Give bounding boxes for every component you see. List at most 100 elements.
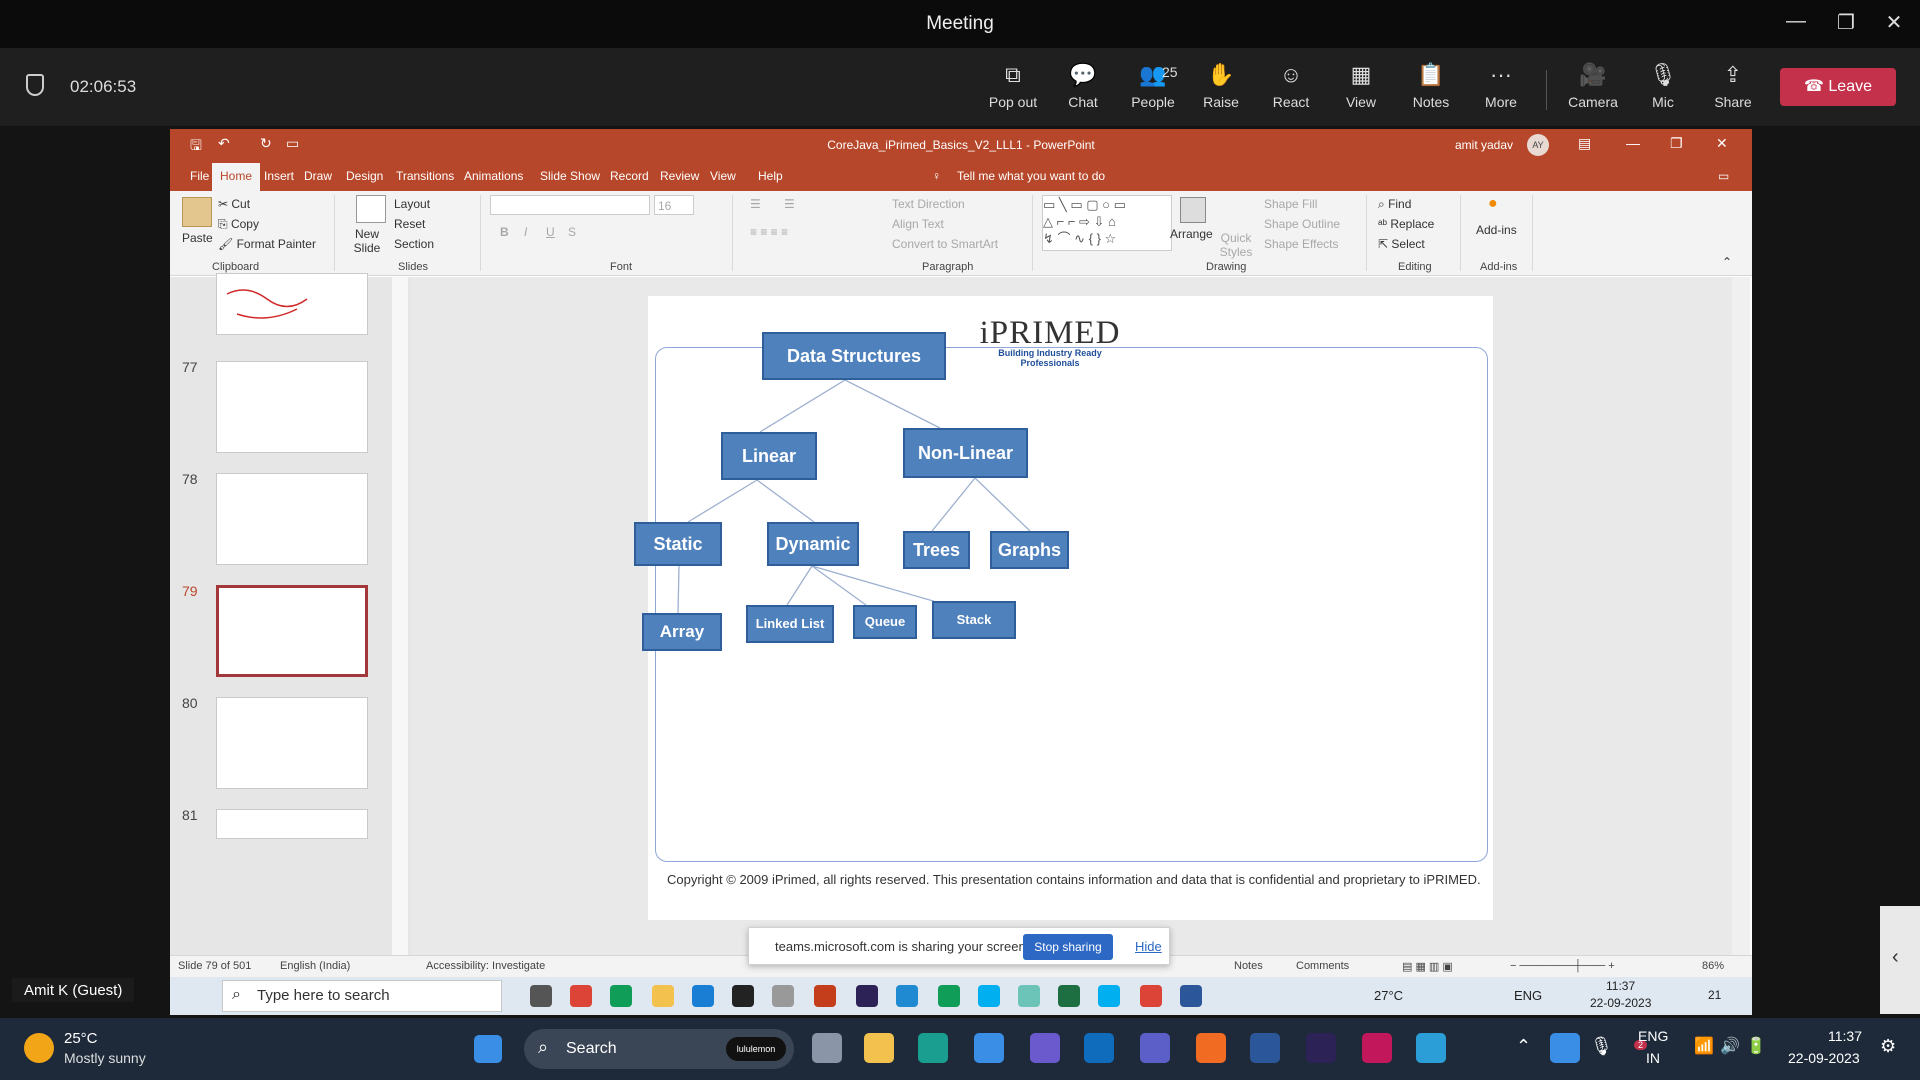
side-panel-toggle[interactable]: ‹ [1880, 906, 1920, 1014]
language-top[interactable]: ENG [1638, 1028, 1668, 1044]
chevron-left-icon: ‹ [1892, 946, 1899, 968]
search-icon: ⌕ [538, 1037, 549, 1057]
share-button[interactable]: ⇪ Share [1700, 60, 1766, 110]
restore-icon[interactable]: ❐ [1826, 10, 1866, 35]
chat-label: Chat [1068, 94, 1098, 110]
edge-icon[interactable] [692, 985, 714, 1007]
pop-out-button[interactable]: ⧉ Pop out [980, 60, 1046, 110]
firefox-icon[interactable] [1196, 1033, 1226, 1063]
task-view-icon[interactable] [530, 985, 552, 1007]
wifi-icon[interactable]: 📶 [1694, 1036, 1714, 1056]
chat-button[interactable]: 💬 Chat [1050, 60, 1116, 110]
teams-icon[interactable] [1140, 1033, 1170, 1063]
minimize-icon[interactable]: — [1776, 10, 1816, 33]
photos-icon[interactable] [1416, 1033, 1446, 1063]
outlook-icon[interactable] [1084, 1033, 1114, 1063]
clock-date[interactable]: 22-09-2023 [1788, 1050, 1860, 1066]
pop-out-icon: ⧉ [1005, 62, 1021, 87]
battery-icon[interactable]: 🔋 [1746, 1036, 1766, 1056]
view-button[interactable]: ▦ View [1328, 60, 1394, 110]
presenter-notification-count[interactable]: 21 [1708, 988, 1721, 1002]
snipping-icon[interactable] [772, 985, 794, 1007]
taskbar-search[interactable]: ⌕ Search lululemon [524, 1029, 794, 1069]
notes-icon: 📋 [1417, 62, 1445, 87]
node-linear[interactable]: Linear [721, 432, 817, 480]
view-buttons[interactable]: ▤ ▦ ▥ ▣ [1402, 960, 1453, 973]
chrome-icon[interactable] [610, 985, 632, 1007]
notepad-icon[interactable] [1018, 985, 1040, 1007]
stop-sharing-button[interactable]: Stop sharing [1023, 934, 1113, 960]
node-trees[interactable]: Trees [903, 531, 970, 569]
raise-button[interactable]: ✋ Raise [1188, 60, 1254, 110]
weather-desc[interactable]: Mostly sunny [64, 1050, 146, 1066]
tree-connector [759, 379, 846, 433]
notes-label: Notes [1412, 94, 1450, 110]
node-queue[interactable]: Queue [853, 605, 917, 639]
presenter-search-box[interactable]: Type here to search [222, 980, 502, 1012]
excel-icon[interactable] [1058, 985, 1080, 1007]
chevron-up-icon[interactable]: ⌃ [1516, 1036, 1531, 1057]
file-explorer-icon[interactable] [652, 985, 674, 1007]
terminal-icon[interactable] [732, 985, 754, 1007]
meeting-timer: 02:06:53 [70, 77, 137, 96]
onedrive-icon[interactable] [1550, 1033, 1580, 1063]
volume-icon[interactable]: 🔊 [1720, 1036, 1740, 1056]
node-nonlinear[interactable]: Non-Linear [903, 428, 1028, 478]
folder-icon[interactable] [864, 1033, 894, 1063]
window-title: Meeting [926, 13, 994, 34]
word-icon[interactable] [1180, 985, 1202, 1007]
react-button[interactable]: ☺ React [1258, 60, 1324, 110]
presenter-date[interactable]: 22-09-2023 [1590, 996, 1651, 1010]
presenter-language[interactable]: ENG [1514, 988, 1542, 1003]
word-icon[interactable] [1250, 1033, 1280, 1063]
language-status[interactable]: English (India) [280, 960, 350, 972]
weather-icon[interactable] [24, 1033, 54, 1063]
screen-share-banner: teams.microsoft.com is sharing your scre… [748, 927, 1170, 965]
mic-muted-icon[interactable]: 🎙 [1590, 1036, 1613, 1057]
leave-button[interactable]: ☎ Leave [1780, 68, 1896, 106]
share-icon: ⇪ [1723, 62, 1743, 87]
chrome-icon[interactable] [1140, 985, 1162, 1007]
clock-time[interactable]: 11:37 [1828, 1028, 1862, 1044]
zoom-slider[interactable]: − ───────┼─── + [1510, 960, 1615, 972]
notification-icon[interactable]: ⚙ [1880, 1036, 1896, 1057]
file-manager-icon[interactable] [812, 1033, 842, 1063]
start-icon[interactable] [474, 1035, 502, 1063]
eclipse-icon[interactable] [856, 985, 878, 1007]
notes-button[interactable]: 📋 Notes [1398, 60, 1464, 110]
node-static[interactable]: Static [634, 522, 722, 566]
node-linkedlist[interactable]: Linked List [746, 605, 834, 643]
skype-icon[interactable] [1098, 985, 1120, 1007]
chrome-icon[interactable] [938, 985, 960, 1007]
copilot-icon[interactable] [1030, 1033, 1060, 1063]
mic-button[interactable]: 🎙 Mic [1630, 60, 1696, 110]
close-icon[interactable]: ✕ [1874, 10, 1914, 35]
notes-toggle[interactable]: Notes [1234, 960, 1263, 972]
intellij-icon[interactable] [1362, 1033, 1392, 1063]
chrome-icon[interactable] [570, 985, 592, 1007]
people-button[interactable]: 👥 25 People [1120, 60, 1186, 110]
node-stack[interactable]: Stack [932, 601, 1016, 639]
language-bottom[interactable]: IN [1646, 1050, 1660, 1066]
store-icon[interactable] [974, 1033, 1004, 1063]
node-array[interactable]: Array [642, 613, 722, 651]
presenter-weather[interactable]: 27°C [1374, 988, 1403, 1003]
eclipse-icon[interactable] [1306, 1033, 1336, 1063]
vscode-icon[interactable] [896, 985, 918, 1007]
accessibility-status[interactable]: Accessibility: Investigate [426, 960, 545, 972]
search-highlight-pill[interactable]: lululemon [726, 1037, 786, 1061]
hide-banner-link[interactable]: Hide [1135, 939, 1162, 954]
powerpoint-icon[interactable] [814, 985, 836, 1007]
participant-count: 25 [1162, 64, 1178, 80]
weather-temp[interactable]: 25°C [64, 1030, 98, 1047]
edge-icon[interactable] [918, 1033, 948, 1063]
presenter-time[interactable]: 11:37 [1606, 979, 1635, 993]
camera-button[interactable]: 🎥 Camera [1560, 60, 1626, 110]
node-graphs[interactable]: Graphs [990, 531, 1069, 569]
skype-icon[interactable] [978, 985, 1000, 1007]
node-root[interactable]: Data Structures [762, 332, 946, 380]
more-button[interactable]: ··· More [1468, 60, 1534, 110]
node-dynamic[interactable]: Dynamic [767, 522, 859, 566]
zoom-level[interactable]: 86% [1702, 960, 1724, 972]
comments-toggle[interactable]: Comments [1296, 960, 1349, 972]
